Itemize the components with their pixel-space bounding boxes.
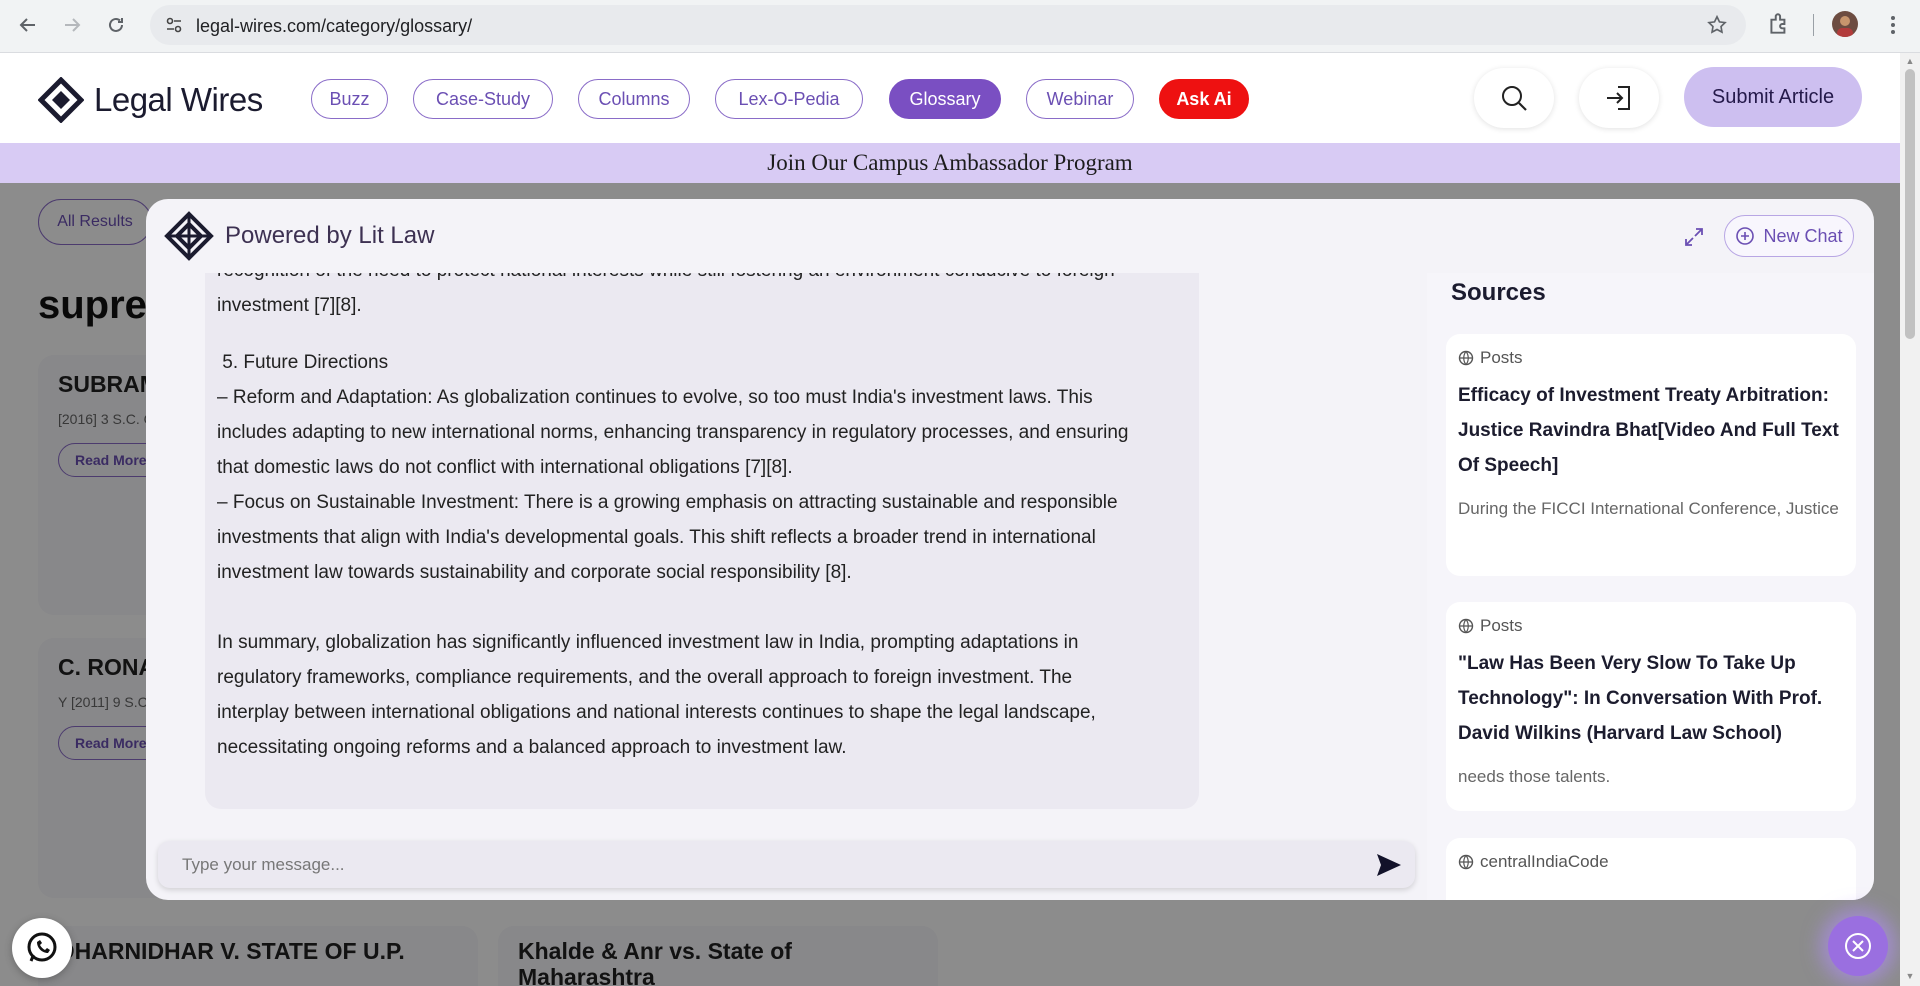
page-scrollbar[interactable]: ▲ ▼ bbox=[1900, 53, 1920, 986]
chat-messages[interactable]: recognition of the need to protect natio… bbox=[156, 273, 1426, 833]
chat-input-bar bbox=[158, 841, 1415, 888]
source-title[interactable]: Efficacy of Investment Treaty Arbitratio… bbox=[1458, 378, 1844, 483]
globe-icon bbox=[1458, 618, 1474, 634]
chat-title: Powered by Lit Law bbox=[225, 222, 435, 249]
new-chat-button[interactable]: New Chat bbox=[1724, 215, 1854, 257]
message-paragraph: – Focus on Sustainable Investment: There… bbox=[217, 492, 1118, 583]
extensions-puzzle-icon[interactable] bbox=[1766, 11, 1792, 37]
chat-message-input[interactable] bbox=[182, 853, 1332, 877]
scrollbar-thumb[interactable] bbox=[1905, 69, 1915, 339]
nav-ask-ai[interactable]: Ask Ai bbox=[1159, 79, 1249, 119]
nav-columns[interactable]: Columns bbox=[578, 79, 690, 119]
source-title[interactable]: "Law Has Been Very Slow To Take Up Techn… bbox=[1458, 646, 1844, 751]
browser-menu-button[interactable] bbox=[1880, 10, 1906, 40]
legal-wires-logo-icon bbox=[38, 77, 84, 123]
assistant-message: recognition of the need to protect natio… bbox=[205, 273, 1199, 809]
site-logo[interactable]: Legal Wires bbox=[38, 77, 263, 123]
nav-lex-o-pedia[interactable]: Lex-O-Pedia bbox=[715, 79, 863, 119]
message-paragraph: – Reform and Adaptation: As globalizatio… bbox=[217, 387, 1129, 478]
browser-toolbar: legal-wires.com/category/glossary/ bbox=[0, 0, 1920, 53]
nav-buzz[interactable]: Buzz bbox=[311, 79, 388, 119]
send-icon[interactable] bbox=[1376, 853, 1402, 877]
message-heading: 5. Future Directions bbox=[217, 352, 389, 373]
arrow-left-icon bbox=[19, 18, 35, 32]
scroll-down-arrow-icon[interactable]: ▼ bbox=[1905, 971, 1915, 981]
globe-icon bbox=[1458, 854, 1474, 870]
message-paragraph: recognition of the need to protect natio… bbox=[217, 273, 1115, 316]
chat-modal: Powered by Lit Law New Chat recognition … bbox=[146, 199, 1874, 900]
source-description: needs those talents. bbox=[1458, 767, 1611, 786]
search-button[interactable] bbox=[1474, 68, 1554, 128]
chat-header: Powered by Lit Law New Chat bbox=[146, 199, 1874, 273]
login-icon bbox=[1607, 86, 1630, 110]
reload-button[interactable] bbox=[100, 9, 132, 41]
source-type: Posts bbox=[1458, 616, 1844, 636]
arrow-right-icon bbox=[65, 18, 81, 32]
brand-name: Legal Wires bbox=[94, 81, 263, 118]
nav-webinar[interactable]: Webinar bbox=[1026, 79, 1134, 119]
globe-icon bbox=[1458, 350, 1474, 366]
lit-law-logo-icon bbox=[164, 211, 214, 261]
site-header: Legal Wires Buzz Case-Study Columns Lex-… bbox=[0, 53, 1900, 143]
close-icon bbox=[1845, 933, 1871, 959]
scroll-up-arrow-icon[interactable]: ▲ bbox=[1905, 56, 1915, 66]
login-button[interactable] bbox=[1579, 68, 1659, 128]
source-type: centralIndiaCode bbox=[1458, 852, 1844, 872]
back-button[interactable] bbox=[12, 9, 44, 41]
sources-heading: Sources bbox=[1451, 279, 1546, 306]
expand-icon[interactable] bbox=[1682, 225, 1706, 249]
whatsapp-icon bbox=[27, 932, 57, 962]
address-bar[interactable]: legal-wires.com/category/glossary/ bbox=[150, 5, 1746, 45]
sources-panel: Sources Posts Efficacy of Investment Tre… bbox=[1427, 273, 1874, 900]
profile-avatar[interactable] bbox=[1832, 11, 1858, 37]
forward-button[interactable] bbox=[56, 9, 88, 41]
submit-article-button[interactable]: Submit Article bbox=[1684, 67, 1862, 127]
source-card[interactable]: centralIndiaCode bbox=[1446, 838, 1856, 900]
close-chat-button[interactable] bbox=[1828, 916, 1888, 976]
source-type-label: Posts bbox=[1480, 348, 1523, 367]
message-summary: In summary, globalization has significan… bbox=[217, 632, 1096, 758]
campus-ambassador-banner[interactable]: Join Our Campus Ambassador Program bbox=[0, 143, 1900, 183]
source-card[interactable]: Posts Efficacy of Investment Treaty Arbi… bbox=[1446, 334, 1856, 576]
search-icon bbox=[1502, 86, 1527, 111]
reload-icon bbox=[109, 17, 123, 32]
site-settings-icon[interactable] bbox=[164, 15, 184, 35]
bookmark-star-icon[interactable] bbox=[1706, 14, 1728, 36]
source-description: During the FICCI International Conferenc… bbox=[1458, 499, 1839, 518]
toolbar-divider bbox=[1813, 14, 1814, 36]
plus-circle-icon bbox=[1736, 227, 1755, 245]
new-chat-label: New Chat bbox=[1763, 225, 1843, 246]
nav-glossary[interactable]: Glossary bbox=[889, 79, 1001, 119]
url-text[interactable]: legal-wires.com/category/glossary/ bbox=[196, 16, 472, 37]
source-type: Posts bbox=[1458, 348, 1844, 368]
whatsapp-button[interactable] bbox=[12, 918, 72, 978]
source-type-label: Posts bbox=[1480, 616, 1523, 635]
source-card[interactable]: Posts "Law Has Been Very Slow To Take Up… bbox=[1446, 602, 1856, 811]
nav-case-study[interactable]: Case-Study bbox=[413, 79, 553, 119]
source-type-label: centralIndiaCode bbox=[1480, 852, 1609, 871]
